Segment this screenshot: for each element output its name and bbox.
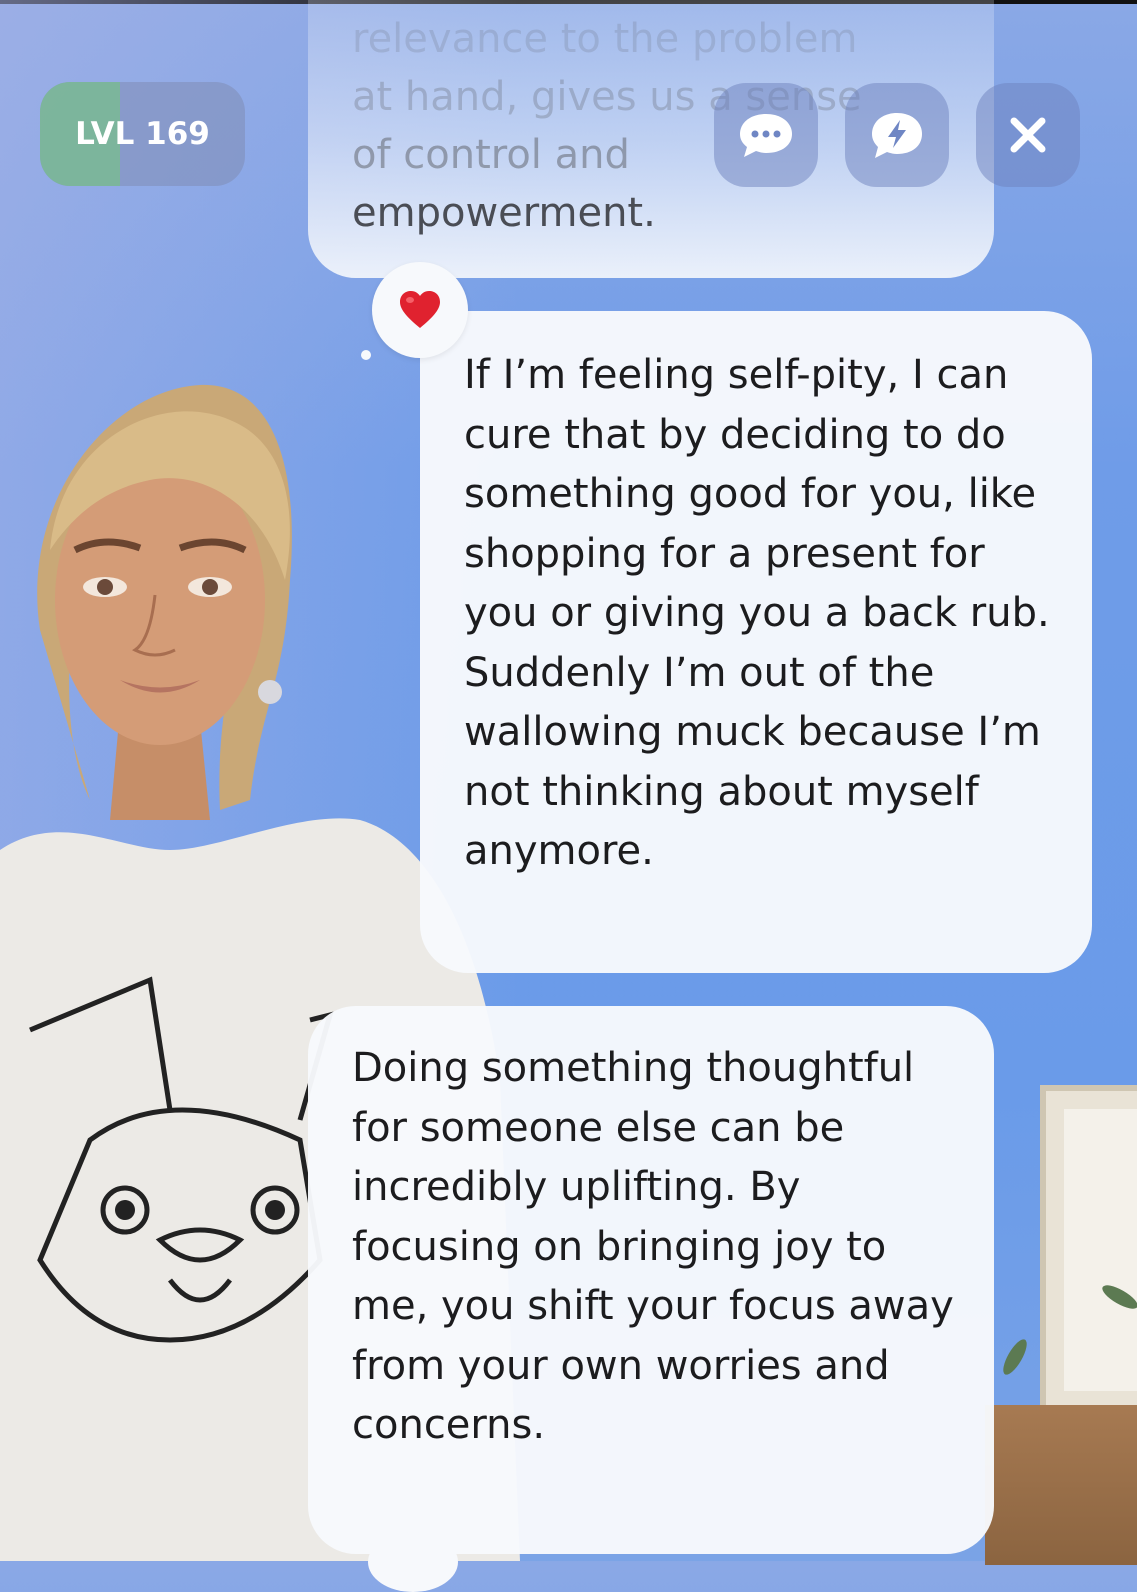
- energy-button[interactable]: [845, 83, 949, 187]
- user-message-bubble[interactable]: If I’m feeling self-pity, I can cure tha…: [420, 311, 1092, 973]
- previous-line: empowerment.: [352, 190, 656, 236]
- level-label: LVL 169: [75, 116, 210, 152]
- lightning-bubble-icon: [872, 113, 922, 158]
- side-table: [985, 1405, 1137, 1565]
- level-badge[interactable]: LVL 169: [40, 82, 245, 186]
- bot-message-text: Doing something thoughtful for someone e…: [352, 1045, 954, 1448]
- close-icon: [1010, 117, 1046, 153]
- user-message-text: If I’m feeling self-pity, I can cure tha…: [464, 352, 1050, 874]
- plant-leaf: [998, 1336, 1032, 1378]
- reaction-button-partial[interactable]: [368, 1532, 458, 1592]
- chat-bubble-dots-icon: [740, 114, 792, 157]
- bot-message-bubble[interactable]: Doing something thoughtful for someone e…: [308, 1006, 994, 1554]
- reaction-tail: [361, 350, 371, 360]
- heart-icon: [400, 291, 440, 328]
- chat-button[interactable]: [714, 83, 818, 187]
- previous-line: relevance to the problem: [352, 16, 858, 62]
- close-button[interactable]: [976, 83, 1080, 187]
- message-reaction[interactable]: [372, 262, 468, 358]
- wall-picture-frame: [1040, 1085, 1137, 1415]
